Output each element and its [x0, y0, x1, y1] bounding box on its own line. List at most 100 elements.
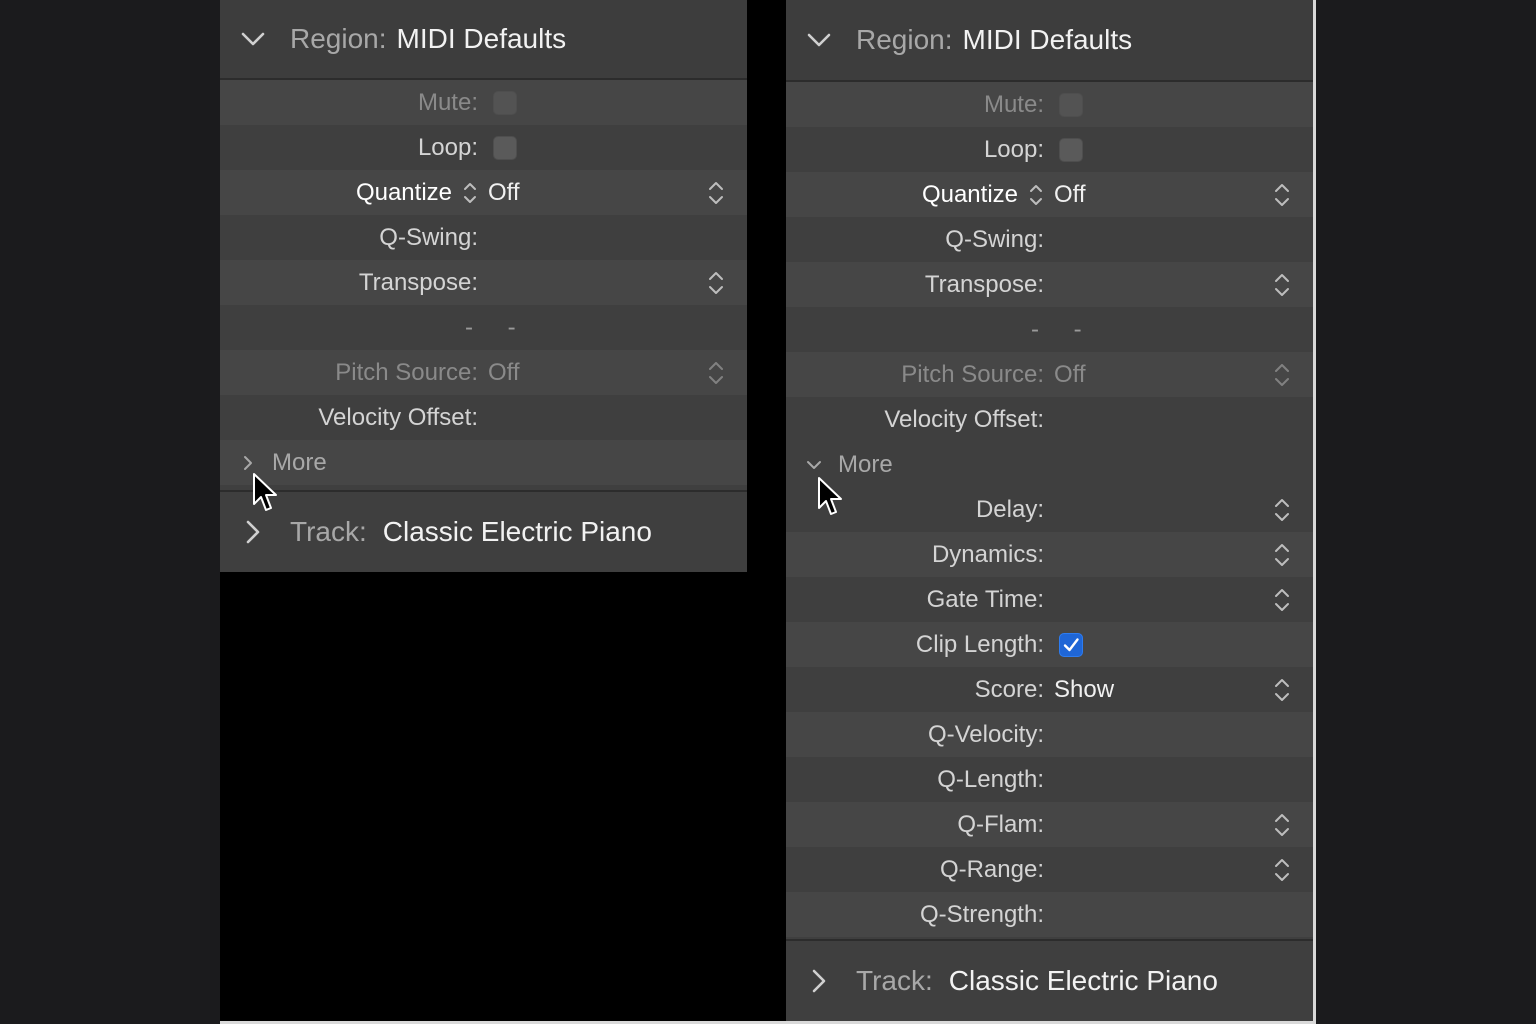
up-down-stepper-icon[interactable] [707, 178, 725, 208]
more-disclosure[interactable]: More [786, 442, 1313, 487]
q-swing-row[interactable]: Q-Swing: [220, 215, 747, 260]
region-name: MIDI Defaults [962, 24, 1133, 55]
up-down-stepper-icon[interactable] [1273, 360, 1291, 390]
chevron-right-icon[interactable] [240, 519, 266, 545]
up-down-stepper-icon[interactable] [1273, 270, 1291, 300]
loop-row: Loop: [220, 125, 747, 170]
score-row[interactable]: Score: Show [786, 667, 1313, 712]
inspector-panel-collapsed: Region: MIDI Defaults Mute: Loop: Quanti… [220, 0, 747, 572]
score-value[interactable]: Show [1054, 676, 1114, 704]
q-strength-row[interactable]: Q-Strength: [786, 892, 1313, 937]
track-header[interactable]: Track: Classic Electric Piano [220, 490, 747, 572]
velocity-offset-row[interactable]: Velocity Offset: [786, 397, 1313, 442]
chevron-right-icon[interactable] [806, 968, 832, 994]
mute-label: Mute: [983, 90, 1044, 118]
track-header[interactable]: Track: Classic Electric Piano [786, 939, 1313, 1021]
pitch-source-row[interactable]: Pitch Source: Off [220, 350, 747, 395]
track-name: Classic Electric Piano [948, 965, 1218, 996]
transpose-row[interactable]: Transpose: [220, 260, 747, 305]
q-swing-label: Q-Swing: [945, 225, 1044, 253]
velocity-offset-row[interactable]: Velocity Offset: [220, 395, 747, 440]
chevron-right-icon[interactable] [238, 453, 258, 473]
region-label: Region: [290, 23, 387, 54]
region-header[interactable]: Region: MIDI Defaults [220, 0, 747, 80]
clip-length-row: Clip Length: [786, 622, 1313, 667]
loop-row: Loop: [786, 127, 1313, 172]
mute-label: Mute: [417, 88, 478, 116]
mouse-pointer-icon [253, 473, 277, 511]
pitch-source-value[interactable]: Off [1054, 361, 1086, 389]
q-swing-label: Q-Swing: [379, 223, 478, 251]
q-velocity-label: Q-Velocity: [927, 720, 1044, 748]
mute-row: Mute: [786, 82, 1313, 127]
quantize-row[interactable]: Quantize Off [786, 172, 1313, 217]
gate-time-row[interactable]: Gate Time: [786, 577, 1313, 622]
clip-length-checkbox[interactable] [1059, 632, 1083, 657]
dynamics-label: Dynamics: [931, 540, 1044, 568]
q-range-row[interactable]: Q-Range: [786, 847, 1313, 892]
chevron-down-icon[interactable] [804, 455, 824, 475]
pitch-source-row[interactable]: Pitch Source: Off [786, 352, 1313, 397]
transpose-label: Transpose: [924, 270, 1044, 298]
q-length-label: Q-Length: [937, 765, 1044, 793]
up-down-stepper-icon[interactable] [1273, 675, 1291, 705]
up-down-stepper-icon[interactable] [707, 358, 725, 388]
quantize-value[interactable]: Off [488, 179, 520, 207]
loop-label: Loop: [983, 135, 1044, 163]
transpose-row[interactable]: Transpose: [786, 262, 1313, 307]
delay-row[interactable]: Delay: [786, 487, 1313, 532]
mute-row: Mute: [220, 80, 747, 125]
loop-checkbox[interactable] [1059, 137, 1083, 162]
dashes-row: - - [786, 307, 1313, 352]
quantize-label-wrap: Quantize [786, 181, 1044, 209]
track-label: Track: [290, 516, 367, 547]
loop-checkbox[interactable] [493, 135, 517, 160]
dynamics-row[interactable]: Dynamics: [786, 532, 1313, 577]
velocity-offset-label: Velocity Offset: [884, 405, 1044, 433]
quantize-value[interactable]: Off [1054, 181, 1086, 209]
pitch-source-value[interactable]: Off [488, 359, 520, 387]
pitch-source-label: Pitch Source: [901, 360, 1044, 388]
up-down-stepper-icon[interactable] [1273, 495, 1291, 525]
q-range-label: Q-Range: [939, 855, 1044, 883]
up-down-stepper-icon[interactable] [1273, 855, 1291, 885]
region-header[interactable]: Region: MIDI Defaults [786, 0, 1313, 82]
up-down-stepper-icon[interactable] [1273, 810, 1291, 840]
more-label: More [272, 448, 327, 476]
track-label: Track: [856, 965, 933, 996]
more-disclosure[interactable]: More [220, 440, 747, 485]
track-name: Classic Electric Piano [382, 516, 652, 547]
up-down-stepper-icon[interactable] [1273, 180, 1291, 210]
chevron-down-icon[interactable] [240, 26, 266, 52]
quantize-label: Quantize [921, 180, 1018, 208]
q-flam-row[interactable]: Q-Flam: [786, 802, 1313, 847]
up-down-stepper-icon[interactable] [462, 179, 478, 207]
mute-checkbox[interactable] [493, 90, 517, 115]
up-down-stepper-icon[interactable] [1273, 540, 1291, 570]
clip-length-label: Clip Length: [915, 630, 1044, 658]
loop-label: Loop: [417, 133, 478, 161]
chevron-down-icon[interactable] [806, 27, 832, 53]
quantize-row[interactable]: Quantize Off [220, 170, 747, 215]
q-velocity-row[interactable]: Q-Velocity: [786, 712, 1313, 757]
velocity-offset-label: Velocity Offset: [318, 403, 478, 431]
dashes-text: - - [465, 313, 530, 341]
quantize-label: Quantize [355, 178, 452, 206]
region-name: MIDI Defaults [396, 23, 567, 54]
q-length-row[interactable]: Q-Length: [786, 757, 1313, 802]
q-strength-label: Q-Strength: [919, 900, 1044, 928]
dashes-row: - - [220, 305, 747, 350]
up-down-stepper-icon[interactable] [1273, 585, 1291, 615]
region-label: Region: [856, 24, 953, 55]
more-label: More [838, 450, 893, 478]
mute-checkbox[interactable] [1059, 92, 1083, 117]
q-flam-label: Q-Flam: [957, 810, 1044, 838]
q-swing-row[interactable]: Q-Swing: [786, 217, 1313, 262]
score-label: Score: [974, 675, 1044, 703]
up-down-stepper-icon[interactable] [1028, 181, 1044, 209]
up-down-stepper-icon[interactable] [707, 268, 725, 298]
gate-time-label: Gate Time: [926, 585, 1044, 613]
inspector-panel-expanded: Region: MIDI Defaults Mute: Loop: Quanti… [786, 0, 1313, 1021]
quantize-label-wrap: Quantize [220, 179, 478, 207]
transpose-label: Transpose: [358, 268, 478, 296]
